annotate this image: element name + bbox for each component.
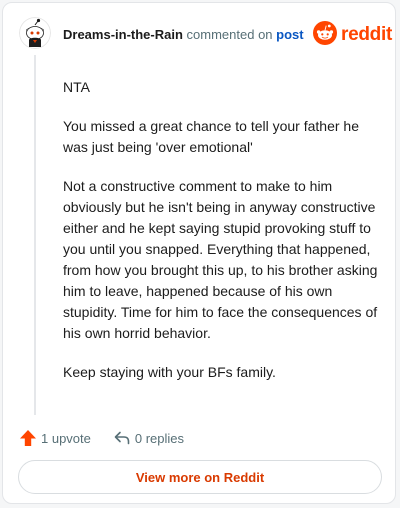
comment-embed-card: Dreams-in-the-Rain commented on post red xyxy=(2,2,396,504)
upvote-button[interactable]: 1 upvote xyxy=(19,429,91,447)
reddit-logo[interactable]: reddit xyxy=(313,20,392,50)
comment-paragraph: You missed a great chance to tell your f… xyxy=(63,118,359,155)
upvote-arrow-icon xyxy=(19,429,37,447)
comment-meta: Dreams-in-the-Rain commented on post xyxy=(63,27,304,43)
commented-on-text: commented on xyxy=(186,27,273,42)
comment-body: NTA You missed a great chance to tell yo… xyxy=(63,77,379,401)
comment-paragraph: Keep staying with your BFs family. xyxy=(63,364,276,380)
replies-count: 0 replies xyxy=(134,430,185,446)
reddit-wordmark: reddit xyxy=(341,24,392,45)
view-more-button[interactable]: View more on Reddit xyxy=(18,460,382,494)
comment-paragraph: Not a constructive comment to make to hi… xyxy=(63,178,378,341)
comment-paragraph: NTA xyxy=(63,79,90,95)
post-link[interactable]: post xyxy=(276,27,303,42)
comment-actions: 1 upvote 0 replies xyxy=(19,427,184,449)
comment-header: Dreams-in-the-Rain commented on post red xyxy=(3,3,397,67)
upvote-count: 1 upvote xyxy=(41,430,91,446)
reddit-logo-icon xyxy=(313,20,337,50)
snoo-avatar-icon[interactable] xyxy=(19,17,51,49)
thread-line xyxy=(34,55,36,415)
username[interactable]: Dreams-in-the-Rain xyxy=(63,27,183,42)
reply-arrow-icon xyxy=(113,429,131,447)
replies-button[interactable]: 0 replies xyxy=(113,429,184,447)
